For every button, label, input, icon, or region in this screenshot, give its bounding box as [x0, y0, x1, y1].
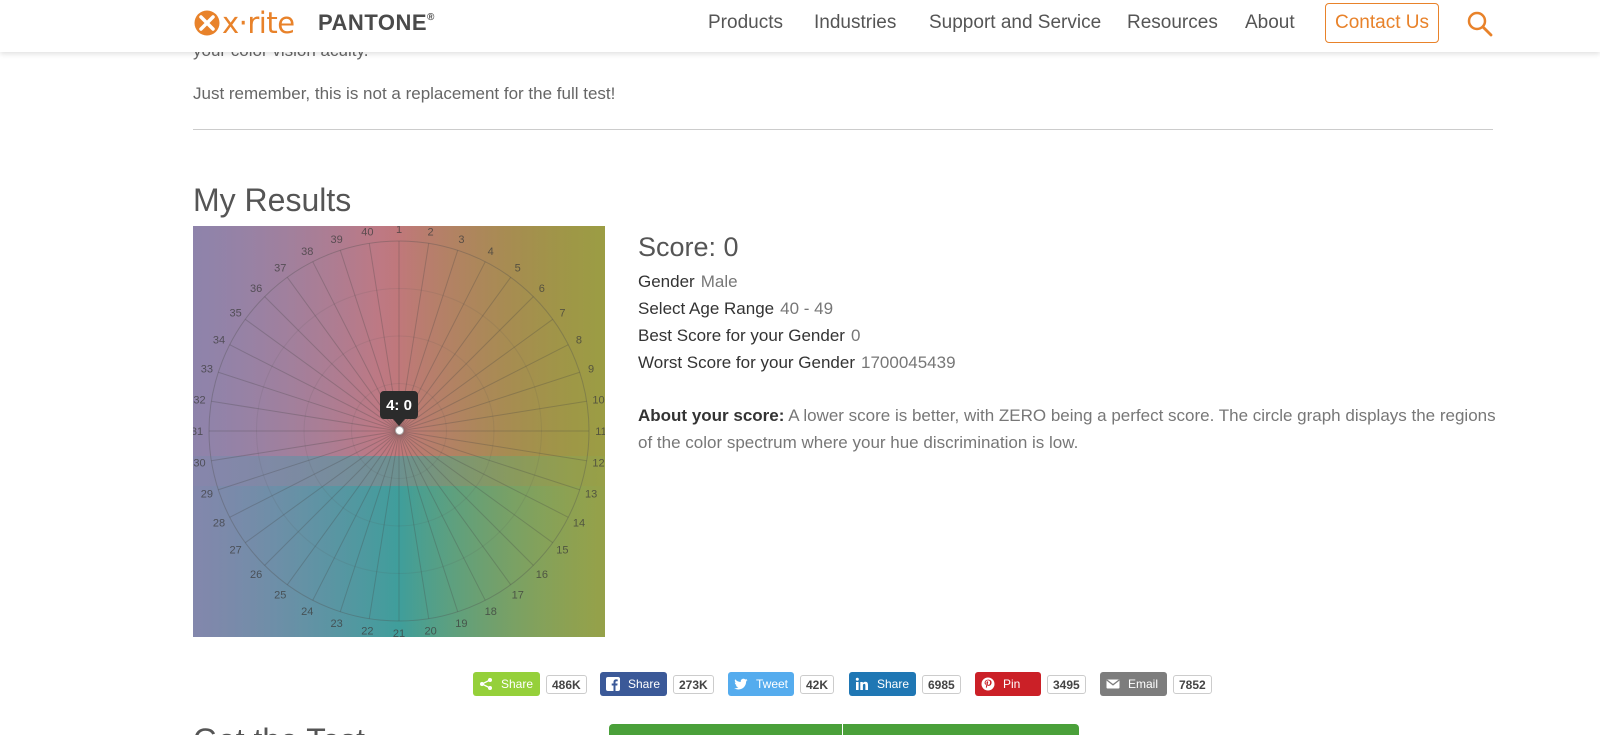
pinterest-icon — [981, 677, 995, 691]
wheel-label: 18 — [485, 606, 497, 618]
age-row: Select Age Range 40 - 49 — [638, 299, 833, 319]
nav-support[interactable]: Support and Service — [929, 12, 1101, 34]
twitter-icon — [734, 677, 748, 691]
best-score-label: Best Score for your Gender — [638, 326, 845, 345]
get-test-title: Get the Test — [193, 722, 365, 735]
test-action-buttons[interactable] — [609, 724, 1079, 735]
wheel-label: 15 — [556, 545, 568, 557]
xrite-logo-icon — [194, 10, 220, 36]
wheel-label: 32 — [193, 394, 205, 406]
nav-about[interactable]: About — [1245, 12, 1295, 34]
wheel-label: 35 — [229, 307, 241, 319]
wheel-label: 5 — [515, 263, 521, 275]
wheel-label: 13 — [585, 488, 597, 500]
wheel-label: 17 — [512, 589, 524, 601]
email-share-button[interactable]: Email — [1100, 672, 1167, 696]
wheel-label: 20 — [424, 626, 436, 637]
wheel-label: 23 — [330, 618, 342, 630]
wheel-label: 6 — [539, 283, 545, 295]
linkedin-count: 6985 — [922, 675, 961, 694]
site-header: x·rite PANTONE® Products Industries Supp… — [0, 0, 1600, 52]
results-title: My Results — [193, 182, 352, 218]
button-divider — [842, 724, 843, 735]
gender-value: Male — [700, 272, 738, 291]
email-icon — [1106, 677, 1120, 691]
share-count: 486K — [546, 675, 587, 694]
wheel-label: 31 — [193, 426, 203, 438]
wheel-label: 3 — [458, 234, 464, 246]
wheel-label: 14 — [573, 518, 585, 530]
wheel-label: 30 — [193, 458, 205, 470]
facebook-count: 273K — [673, 675, 714, 694]
contact-us-button[interactable]: Contact Us — [1325, 3, 1439, 43]
wheel-label: 26 — [250, 569, 262, 581]
wheel-label: 1 — [396, 226, 402, 236]
wheel-tooltip: 4: 0 — [380, 391, 418, 419]
wheel-label: 19 — [455, 618, 467, 630]
linkedin-share-button[interactable]: Share — [849, 672, 916, 696]
about-score-label: About your score: — [638, 406, 785, 425]
score-heading: Score: 0 — [638, 232, 739, 262]
wheel-label: 39 — [330, 234, 342, 246]
wheel-label: 34 — [213, 334, 225, 346]
gender-row: Gender Male — [638, 272, 738, 292]
share-button[interactable]: Share — [473, 672, 540, 696]
facebook-icon — [606, 677, 620, 691]
wheel-label: 8 — [576, 334, 582, 346]
nav-products[interactable]: Products — [708, 12, 783, 34]
wheel-label: 16 — [536, 569, 548, 581]
wheel-label: 24 — [301, 606, 313, 618]
twitter-count: 42K — [800, 675, 835, 694]
wheel-label: 4 — [488, 246, 494, 258]
nav-industries[interactable]: Industries — [814, 12, 896, 34]
wheel-label: 2 — [428, 226, 434, 238]
email-count: 7852 — [1173, 675, 1212, 694]
gender-label: Gender — [638, 272, 695, 291]
nav-resources[interactable]: Resources — [1127, 12, 1218, 34]
wheel-label: 36 — [250, 283, 262, 295]
best-score-value: 0 — [850, 326, 861, 345]
pinterest-pin-button[interactable]: Pin — [975, 672, 1041, 696]
wheel-label: 11 — [595, 426, 605, 438]
wheel-label: 7 — [559, 307, 565, 319]
intro-disclaimer: Just remember, this is not a replacement… — [193, 84, 616, 103]
best-score-row: Best Score for your Gender 0 — [638, 326, 860, 346]
search-icon[interactable] — [1466, 10, 1494, 38]
share-icon — [479, 677, 493, 691]
wheel-label: 38 — [301, 246, 313, 258]
age-label: Select Age Range — [638, 299, 775, 318]
wheel-center-dot — [395, 426, 404, 435]
twitter-tweet-button[interactable]: Tweet — [728, 672, 794, 696]
wheel-label: 28 — [213, 518, 225, 530]
age-value: 40 - 49 — [780, 299, 834, 318]
section-divider — [193, 129, 1493, 130]
pantone-logo[interactable]: PANTONE® — [318, 10, 435, 36]
about-score: About your score: A lower score is bette… — [638, 402, 1498, 456]
worst-score-row: Worst Score for your Gender 1700045439 — [638, 353, 956, 373]
hue-wheel-chart: 1 2 3 4 5 6 7 8 9 10 11 12 13 14 15 16 17 18 19 20 21 22 23 24 2… — [193, 226, 605, 637]
wheel-label: 27 — [229, 545, 241, 557]
tooltip-pointer — [393, 419, 405, 426]
pinterest-count: 3495 — [1047, 675, 1086, 694]
worst-score-value: 1700045439 — [861, 353, 956, 372]
wheel-label: 10 — [592, 394, 604, 406]
wheel-label: 22 — [361, 626, 373, 637]
wheel-label: 12 — [592, 458, 604, 470]
wheel-label: 9 — [588, 364, 594, 376]
wheel-label: 33 — [201, 364, 213, 376]
wheel-label: 37 — [274, 263, 286, 275]
wheel-label: 25 — [274, 589, 286, 601]
logo-text: x·rite — [222, 6, 295, 40]
linkedin-icon — [855, 677, 869, 691]
wheel-label: 29 — [201, 488, 213, 500]
facebook-share-button[interactable]: Share — [600, 672, 667, 696]
wheel-label: 40 — [361, 226, 373, 238]
worst-score-label: Worst Score for your Gender — [638, 353, 855, 372]
xrite-logo[interactable]: x·rite — [194, 6, 295, 40]
wheel-label: 21 — [393, 628, 405, 637]
